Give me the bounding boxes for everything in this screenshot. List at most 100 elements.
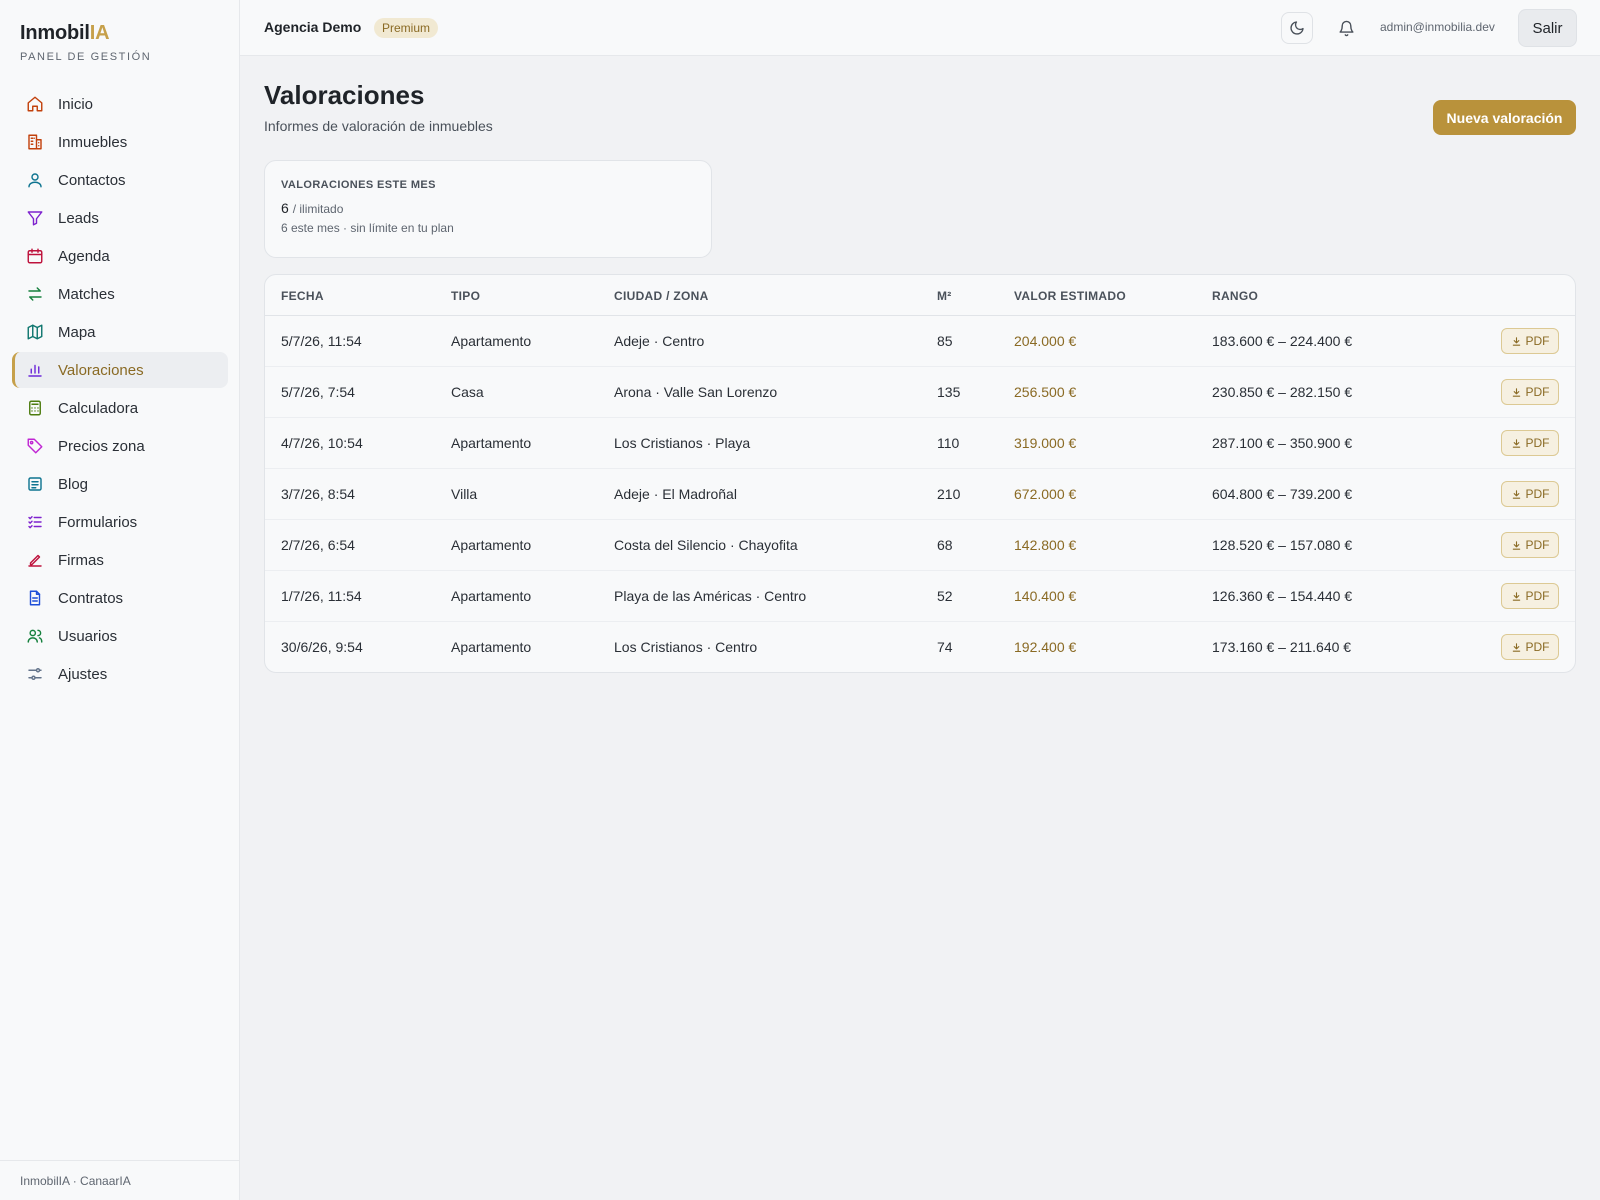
calculator-icon xyxy=(26,399,44,417)
sidebar-item-label: Firmas xyxy=(58,551,104,569)
cell-m2: 74 xyxy=(937,639,953,655)
pdf-download-button[interactable]: PDF xyxy=(1501,328,1559,354)
cell-tipo: Villa xyxy=(451,486,478,502)
download-icon xyxy=(1512,489,1520,499)
table-header: FECHA TIPO CIUDAD / ZONA M² VALOR ESTIMA… xyxy=(265,275,1575,316)
cell-valor: 256.500 € xyxy=(1014,384,1077,400)
bell-icon xyxy=(1338,20,1354,36)
cell-fecha: 30/6/26, 9:54 xyxy=(281,639,363,655)
table-row[interactable]: 3/7/26, 8:54 Villa Adeje · El Madroñal 210 6… xyxy=(265,469,1575,520)
user-icon xyxy=(26,171,44,189)
sidebar-item-ajustes[interactable]: Ajustes xyxy=(12,656,228,692)
cell-zona: Arona · Valle San Lorenzo xyxy=(614,384,778,400)
cell-m2: 210 xyxy=(937,486,961,502)
sidebar-item-firmas[interactable]: Firmas xyxy=(12,542,228,578)
pdf-download-button[interactable]: PDF xyxy=(1501,430,1559,456)
stat-value: 6 / ilimitado xyxy=(281,200,695,216)
sidebar-item-matches[interactable]: Matches xyxy=(12,276,228,312)
cell-valor: 672.000 € xyxy=(1014,486,1077,502)
sidebar-item-inmuebles[interactable]: Inmuebles xyxy=(12,124,228,160)
moon-icon xyxy=(1290,21,1304,35)
sidebar-item-contratos[interactable]: Contratos xyxy=(12,580,228,616)
table-row[interactable]: 2/7/26, 6:54 Apartamento Costa del Silenci… xyxy=(265,520,1575,571)
table-row[interactable]: 1/7/26, 11:54 Apartamento Playa de las Amé… xyxy=(265,571,1575,622)
cell-valor: 319.000 € xyxy=(1014,435,1077,451)
calendar-icon xyxy=(26,247,44,265)
cell-rango: 230.850 € – 282.150 € xyxy=(1212,384,1353,400)
download-icon xyxy=(1512,540,1520,550)
cell-fecha: 5/7/26, 7:54 xyxy=(281,384,355,400)
users-icon xyxy=(26,627,44,645)
sidebar-item-usuarios[interactable]: Usuarios xyxy=(12,618,228,654)
user-email: admin@inmobilia.dev xyxy=(1380,20,1495,34)
sidebar-item-valoraciones[interactable]: Valoraciones xyxy=(12,352,228,388)
sidebar-item-label: Calculadora xyxy=(58,399,139,417)
cell-tipo: Casa xyxy=(451,384,484,400)
cell-m2: 135 xyxy=(937,384,961,400)
sidebar-item-label: Leads xyxy=(58,209,99,227)
tag-icon xyxy=(26,437,44,455)
download-icon xyxy=(1512,642,1520,652)
pdf-download-button[interactable]: PDF xyxy=(1501,379,1559,405)
pdf-label: PDF xyxy=(1525,436,1550,450)
table-row[interactable]: 30/6/26, 9:54 Apartamento Los Cristianos ·… xyxy=(265,622,1575,672)
sidebar-nav: Inicio Inmuebles Contactos Leads Agenda Match… xyxy=(12,86,228,694)
cell-valor: 192.400 € xyxy=(1014,639,1077,655)
cell-zona: Adeje · El Madroñal xyxy=(614,486,737,502)
sidebar-item-label: Formularios xyxy=(58,513,138,531)
sidebar-item-blog[interactable]: Blog xyxy=(12,466,228,502)
signature-icon xyxy=(26,551,44,569)
header-fecha[interactable]: FECHA xyxy=(281,289,324,303)
theme-toggle-button[interactable] xyxy=(1281,12,1313,44)
sidebar-item-calculadora[interactable]: Calculadora xyxy=(12,390,228,426)
cell-rango: 126.360 € – 154.440 € xyxy=(1212,588,1353,604)
cell-valor: 204.000 € xyxy=(1014,333,1077,349)
sidebar-footer: InmobilIA · CanaarIA xyxy=(0,1160,239,1200)
sidebar-item-mapa[interactable]: Mapa xyxy=(12,314,228,350)
new-valuation-button[interactable]: Nueva valoración xyxy=(1433,100,1576,135)
cell-zona: Adeje · Centro xyxy=(614,333,705,349)
pdf-label: PDF xyxy=(1525,334,1550,348)
cell-rango: 287.100 € – 350.900 € xyxy=(1212,435,1353,451)
cell-tipo: Apartamento xyxy=(451,333,532,349)
sidebar-item-formularios[interactable]: Formularios xyxy=(12,504,228,540)
pdf-download-button[interactable]: PDF xyxy=(1501,481,1559,507)
cell-tipo: Apartamento xyxy=(451,639,532,655)
header-tipo[interactable]: TIPO xyxy=(451,289,480,303)
sidebar-item-contactos[interactable]: Contactos xyxy=(12,162,228,198)
cell-fecha: 1/7/26, 11:54 xyxy=(281,588,362,604)
pdf-label: PDF xyxy=(1525,589,1550,603)
cell-zona: Los Cristianos · Playa xyxy=(614,435,751,451)
table-row[interactable]: 5/7/26, 11:54 Apartamento Adeje · Centro 85… xyxy=(265,316,1575,367)
topbar: Agencia Demo Premium admin@inmobilia.dev… xyxy=(240,0,1600,56)
pdf-download-button[interactable]: PDF xyxy=(1501,583,1559,609)
sidebar-item-label: Matches xyxy=(58,285,115,303)
sidebar-item-precios-zona[interactable]: Precios zona xyxy=(12,428,228,464)
table-row[interactable]: 5/7/26, 7:54 Casa Arona · Valle San Lorenz… xyxy=(265,367,1575,418)
header-m2[interactable]: M² xyxy=(937,289,952,303)
sidebar-item-label: Ajustes xyxy=(58,665,108,683)
sidebar-item-inicio[interactable]: Inicio xyxy=(12,86,228,122)
sidebar-item-label: Contactos xyxy=(58,171,126,189)
brand[interactable]: InmobilIA PANEL DE GESTIÓN xyxy=(20,22,151,63)
page-subtitle: Informes de valoración de inmuebles xyxy=(264,118,493,134)
header-rango[interactable]: RANGO xyxy=(1212,289,1258,303)
table-row[interactable]: 4/7/26, 10:54 Apartamento Los Cristianos ·… xyxy=(265,418,1575,469)
page-title: Valoraciones xyxy=(264,80,425,110)
cell-zona: Playa de las Américas · Centro xyxy=(614,588,807,604)
home-icon xyxy=(26,95,44,113)
pdf-download-button[interactable]: PDF xyxy=(1501,634,1559,660)
notifications-button[interactable] xyxy=(1330,12,1362,44)
sidebar-item-agenda[interactable]: Agenda xyxy=(12,238,228,274)
sidebar-item-label: Agenda xyxy=(58,247,110,265)
pdf-label: PDF xyxy=(1525,538,1550,552)
header-zona[interactable]: CIUDAD / ZONA xyxy=(614,289,709,303)
logout-button[interactable]: Salir xyxy=(1518,9,1577,47)
cell-fecha: 3/7/26, 8:54 xyxy=(281,486,355,502)
sidebar-item-leads[interactable]: Leads xyxy=(12,200,228,236)
header-valor[interactable]: VALOR ESTIMADO xyxy=(1014,289,1126,303)
cell-tipo: Apartamento xyxy=(451,435,532,451)
stat-label: VALORACIONES ESTE MES xyxy=(281,179,436,191)
sidebar-item-label: Precios zona xyxy=(58,437,145,455)
pdf-download-button[interactable]: PDF xyxy=(1501,532,1559,558)
